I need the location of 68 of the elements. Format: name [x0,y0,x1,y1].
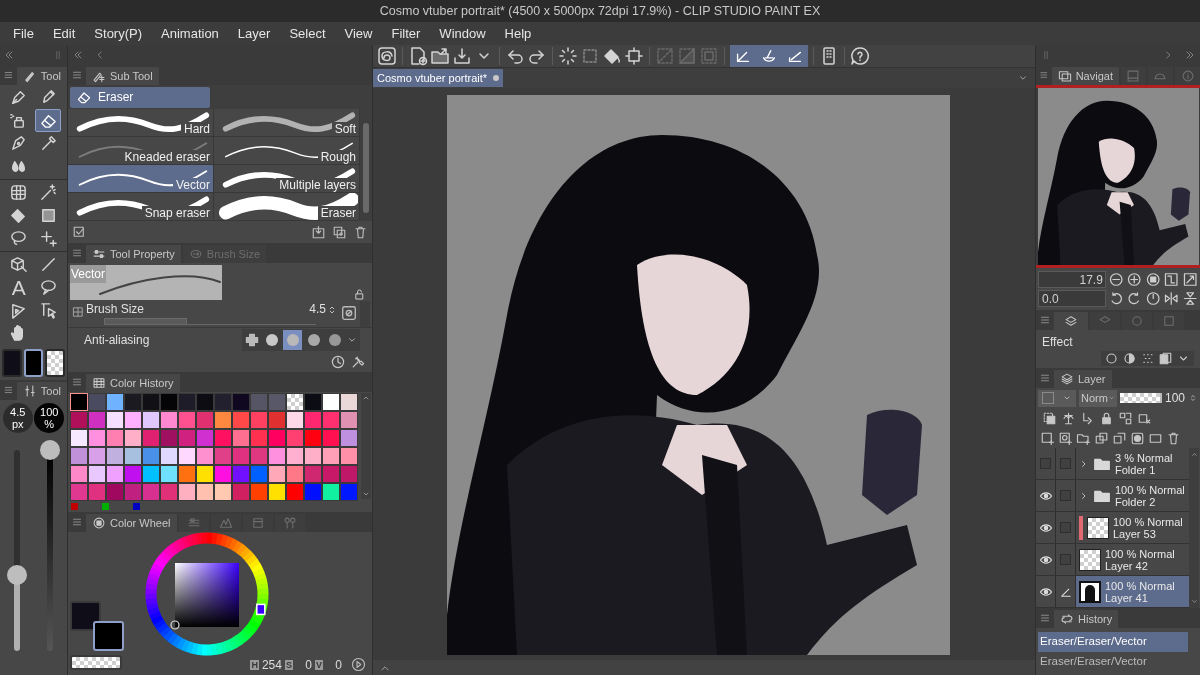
zoom-field[interactable]: 17.9 [1038,271,1106,288]
layer-mode: 100 % Normal [1105,547,1175,560]
effect-label: Effect [1042,334,1074,351]
subtool-label: Snap eraser [141,206,213,220]
layer-row[interactable]: 100 % Normal Layer 53 [1036,512,1189,544]
panel-tab[interactable]: History [1054,610,1119,628]
layer-row[interactable]: 100 % Normal Layer 41 [1036,576,1189,608]
rotation-field[interactable]: 0.0 [1038,290,1106,307]
layer-mode: 100 % Normal [1113,515,1183,528]
menu-item[interactable]: Edit [52,23,76,44]
layer-row[interactable]: 100 % Normal Layer 42 [1036,544,1189,576]
subtool-item[interactable]: Snap eraser [68,193,214,221]
layer-name: Layer 53 [1113,527,1157,540]
menu-item[interactable]: Help [504,23,532,44]
layer-row[interactable]: 3 % Normal Folder 1 [1036,448,1189,480]
menu-item[interactable]: Select [289,23,326,44]
menu-item[interactable]: File [13,23,34,44]
layer-row[interactable]: 100 % Normal Folder 2 [1036,480,1189,512]
subtool-item[interactable]: Soft [214,109,361,137]
subtool-item[interactable]: Rough [214,137,361,165]
blend-mode-dropdown[interactable]: Norm [1079,389,1117,407]
history-item[interactable]: Eraser/Eraser/Vector [1038,652,1188,672]
window-title: Cosmo vtuber portrait* (4500 x 5000px 72dpi 17.9%) - CLIP STUDIO PAINT EX [379,2,821,20]
panel-tab[interactable]: Tool [16,382,67,400]
panel-tab[interactable]: Layer [1054,370,1112,388]
subtool-label: Vector [173,178,213,192]
hue-value: 254 [261,656,282,674]
layer-mode: 100 % Normal [1105,579,1175,592]
subtool-item[interactable]: Hard [68,109,214,137]
saturation-value: 0 [304,656,312,674]
menu-item[interactable]: Window [439,23,486,44]
tool-button[interactable]: A [5,276,32,299]
setting-value: 4.5 [309,301,326,318]
menu-item[interactable]: Story(P) [94,23,143,44]
setting-label: Brush Size [86,301,145,318]
menu-item[interactable]: Filter [391,23,421,44]
document-tab[interactable]: Cosmo vtuber portrait* [373,69,504,87]
opacity-value: 100 [1164,390,1185,407]
panel-tab[interactable]: Sub Tool [86,67,159,85]
subtool-item[interactable]: Kneaded eraser [68,137,214,165]
subtool-item[interactable]: Multiple layers [214,165,361,193]
channel-label: V [315,659,323,670]
subtool-item[interactable]: Eraser [214,193,361,221]
menu-item[interactable]: View [344,23,373,44]
panel-tab[interactable]: Color History [86,374,180,392]
menu-item[interactable]: Animation [161,23,219,44]
layer-mode: 3 % Normal [1115,451,1173,464]
layer-mode: 100 % Normal [1115,483,1185,496]
preview-label: Vector [70,264,107,283]
layer-name: Folder 1 [1115,463,1157,476]
brightness-value: 0 [334,656,342,674]
panel-tab[interactable]: Color Wheel [86,514,177,532]
setting-label: Anti-aliasing [84,332,151,349]
panel-tab[interactable]: Tool Property [86,245,181,263]
history-item[interactable]: Eraser/Eraser/Vector [1038,632,1188,652]
subtool-group-button[interactable]: Eraser [70,86,210,108]
panel-tab[interactable]: Tool [16,67,67,85]
channel-label: H [250,659,259,670]
layer-name: Layer 41 [1105,591,1149,604]
layer-name: Layer 42 [1105,559,1149,572]
panel-tab[interactable]: Navigat [1051,67,1119,85]
channel-label: S [284,659,293,670]
menu-item[interactable]: Layer [237,23,271,44]
subtool-label: Hard [181,122,213,136]
opacity-readout: 100 % [34,403,65,433]
layer-name: Folder 2 [1115,495,1157,508]
subtool-item[interactable]: Vector [68,165,214,193]
brush-size-readout: 4.5 px [2,403,33,433]
